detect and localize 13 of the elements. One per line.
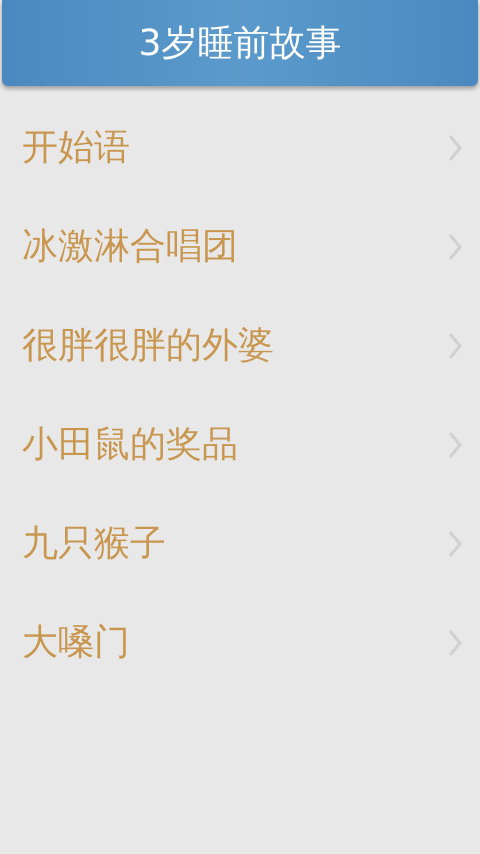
story-item[interactable]: 小田鼠的奖品: [0, 395, 480, 494]
chevron-right-icon: [448, 232, 462, 260]
story-item[interactable]: 大嗓门: [0, 593, 480, 692]
story-item[interactable]: 九只猴子: [0, 494, 480, 593]
story-item[interactable]: 很胖很胖的外婆: [0, 296, 480, 395]
chevron-right-icon: [448, 430, 462, 458]
story-item[interactable]: 冰激淋合唱团: [0, 197, 480, 296]
chevron-right-icon: [448, 134, 462, 162]
chevron-right-icon: [448, 332, 462, 360]
chevron-right-icon: [448, 530, 462, 558]
story-item[interactable]: 开始语: [0, 98, 480, 197]
chevron-right-icon: [448, 628, 462, 656]
app-title: 3岁睡前故事: [138, 22, 342, 66]
